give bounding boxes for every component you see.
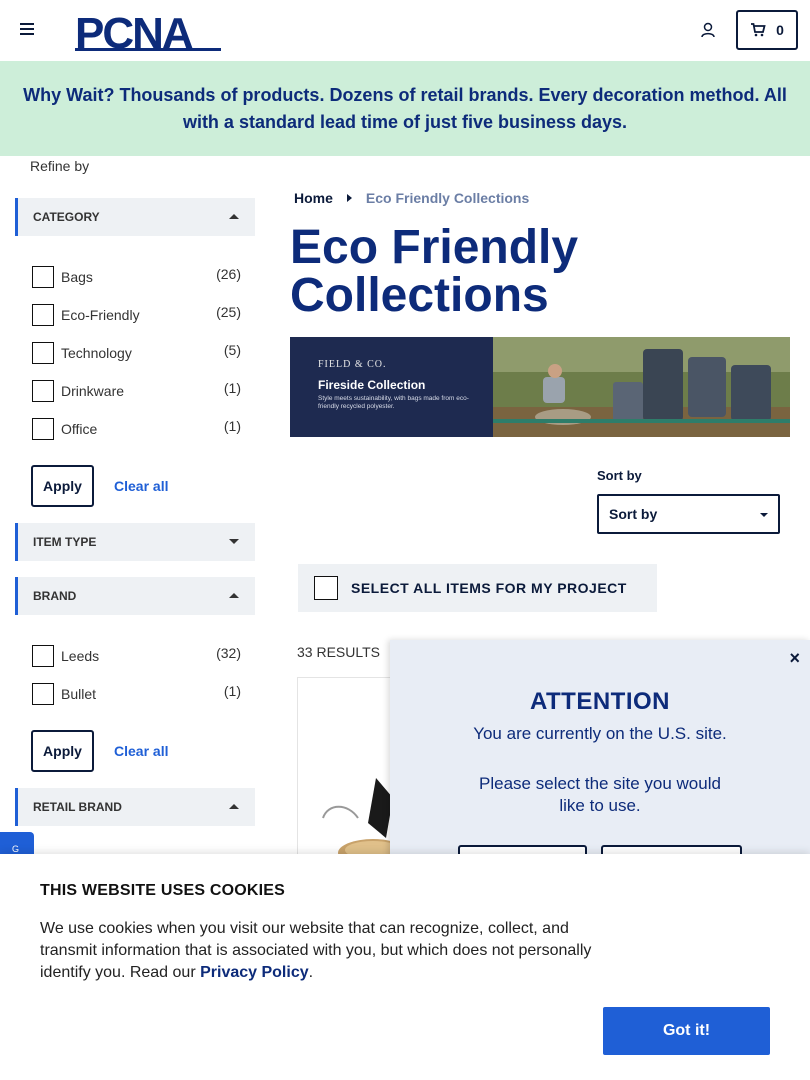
filter-count: (25) [216,304,241,320]
menu-icon[interactable] [20,23,36,37]
breadcrumb-current: Eco Friendly Collections [365,190,530,206]
breadcrumb-home[interactable]: Home [294,190,333,206]
filter-count: (1) [223,380,241,396]
cookie-period: . [308,964,314,981]
breadcrumb-separator-icon [346,194,352,202]
checkbox[interactable] [32,342,54,364]
svg-text:PCNA: PCNA [75,10,193,52]
checkbox[interactable] [32,266,54,288]
checkbox[interactable] [32,683,54,705]
attention-message: You are currently on the U.S. site. [473,724,727,743]
filter-count: (1) [223,418,241,434]
caret-up-icon [229,214,239,219]
hero-title: Fireside Collection [318,378,426,392]
attention-title: ATTENTION [529,688,671,715]
cart-icon [751,23,766,37]
select-all-items[interactable]: SELECT ALL ITEMS FOR MY PROJECT [298,564,657,612]
filter-count: (32) [216,645,241,661]
page-title: Eco Friendly Collections [290,221,579,322]
filter-label: Leeds [61,648,100,664]
clear-all-link[interactable]: Clear all [114,478,168,494]
promo-banner: Why Wait? Thousands of products. Dozens … [0,61,810,156]
checkbox[interactable] [32,418,54,440]
checkbox[interactable] [32,645,54,667]
cookie-banner: THIS WEBSITE USES COOKIES We use cookies… [0,854,810,1080]
hero-text-panel: FIELD & CO. Fireside Collection Style me… [290,337,493,437]
facet-title: BRAND [33,589,77,603]
sort-selected-value: Sort by [609,506,658,522]
filter-option[interactable]: Drinkware (1) [32,377,242,402]
select-all-label: SELECT ALL ITEMS FOR MY PROJECT [351,580,627,596]
facet-item-type-header[interactable]: ITEM TYPE [15,523,255,561]
privacy-policy-link[interactable]: Privacy Policy [200,964,309,981]
facet-category-header[interactable]: CATEGORY [15,198,255,236]
close-icon[interactable]: × [789,648,800,669]
filter-count: (1) [223,683,241,699]
refine-label: Refine by [30,158,90,174]
facet-title: RETAIL BRAND [33,800,122,814]
filter-option[interactable]: Eco-Friendly (25) [32,301,242,326]
cookie-text: We use cookies when you visit our websit… [40,918,610,984]
filter-label: Drinkware [61,383,125,399]
filter-label: Eco-Friendly [61,307,140,323]
facet-title: CATEGORY [33,210,100,224]
sort-label: Sort by [597,468,642,483]
hero-subtitle: Style meets sustainability, with bags ma… [318,395,469,410]
pcna-logo[interactable]: PCNA [75,10,225,52]
caret-up-icon [229,804,239,809]
caret-up-icon [229,593,239,598]
breadcrumb: Home Eco Friendly Collections [294,190,529,206]
collection-hero-banner[interactable]: FIELD & CO. Fireside Collection Style me… [290,337,790,437]
filter-label: Bullet [61,686,97,702]
filter-count: (5) [223,342,241,358]
apply-button[interactable]: Apply [31,465,94,507]
account-icon[interactable] [699,21,717,39]
cookie-title: THIS WEBSITE USES COOKIES [40,882,286,899]
filter-count: (26) [216,266,241,282]
cart-count: 0 [776,22,784,38]
hero-brand: FIELD & CO. [318,359,387,370]
clear-all-link[interactable]: Clear all [114,743,168,759]
results-count: 33 RESULTS [297,644,380,660]
cart-button[interactable]: 0 [736,10,798,50]
filter-option[interactable]: Bags (26) [32,263,242,288]
checkbox[interactable] [32,304,54,326]
promo-text: Why Wait? Thousands of products. Dozens … [23,84,787,132]
facet-brand-header[interactable]: BRAND [15,577,255,615]
filter-option[interactable]: Leeds (32) [32,642,242,667]
filter-label: Bags [61,269,93,285]
select-all-checkbox[interactable] [314,576,338,600]
sort-dropdown[interactable]: Sort by [597,494,780,534]
site-selector-modal: × ATTENTION You are currently on the U.S… [390,640,810,885]
hero-photo [493,337,790,437]
site-header: PCNA 0 [0,0,810,61]
filter-option[interactable]: Technology (5) [32,339,242,364]
filter-option[interactable]: Bullet (1) [32,680,242,705]
caret-down-icon [229,539,239,544]
attention-instruction: Please select the site you would like to… [479,774,721,815]
facet-retail-brand-header[interactable]: RETAIL BRAND [15,788,255,826]
facet-title: ITEM TYPE [33,535,97,549]
chevron-down-icon [760,513,768,517]
filter-label: Office [61,421,98,437]
cookie-body: We use cookies when you visit our websit… [40,920,592,981]
filter-option[interactable]: Office (1) [32,415,242,440]
filter-label: Technology [61,345,132,361]
apply-button[interactable]: Apply [31,730,94,772]
got-it-button[interactable]: Got it! [603,1007,770,1055]
checkbox[interactable] [32,380,54,402]
